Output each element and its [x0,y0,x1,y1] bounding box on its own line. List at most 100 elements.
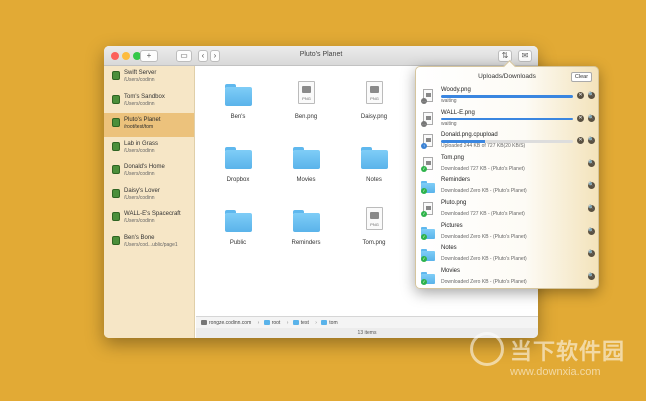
sidebar-item-name: Daisy's Lover [124,187,160,194]
sidebar-item[interactable]: Donald's Home/Users/codinn [104,160,194,184]
clear-button[interactable]: Clear [571,72,592,82]
path-segment-tom[interactable]: tom [329,320,337,326]
transfer-status: Downloaded 727 KB - (Pluto's Planet) [441,211,525,217]
transfer-status: Downloaded 727 KB - (Pluto's Planet) [441,165,525,172]
file-name: Tom.png [362,240,386,246]
transfer-status: Downloaded Zero KB - (Pluto's Planet) [441,188,527,195]
sidebar-item-path: /Users/cod...ublic/page1 [124,241,178,248]
sidebar-item[interactable]: Daisy's Lover/Users/codinn [104,184,194,208]
file-item[interactable]: PNG Tom.png [342,202,406,258]
checkmark-icon: ✓ [421,256,427,263]
envelope-icon: ✉ [521,51,529,60]
folder-icon [293,210,320,232]
file-icon: ↑ [421,134,435,150]
cancel-transfer-button[interactable]: ✕ [577,137,584,145]
folder-item[interactable]: Movies [274,139,338,195]
reveal-in-finder-button[interactable]: 🔍 [588,92,595,99]
folder-icon: ✓ [421,270,435,285]
window-title: Pluto's Planet [299,51,343,58]
sidebar-item-path: /Users/codinn [124,100,155,107]
path-segment-test[interactable]: test [301,320,309,326]
folder-icon [292,320,299,325]
folder-item[interactable]: Reminders [274,202,338,258]
reveal-in-finder-button[interactable]: 🔍 [588,250,595,258]
folder-icon [293,147,320,169]
transfer-name: Movies [441,267,461,274]
path-separator-icon: › [257,320,260,326]
checkmark-icon: ✓ [421,165,427,172]
watermark-logo-icon [470,332,504,366]
file-name: Ben's [230,114,246,120]
folder-item[interactable]: Dropbox [206,139,270,195]
server-icon [112,94,120,104]
server-icon [112,118,120,127]
checkmark-icon: ✓ [421,211,427,217]
sidebar-item-path: /Users/codinn [124,218,155,224]
sidebar-item[interactable]: WALL-E's Spacecraft/Users/codinn [104,207,194,231]
pending-icon: … [421,98,427,104]
reveal-in-finder-button[interactable]: 🔍 [588,227,595,235]
transfer-status: Uploaded 244 KB of 727 KB(20 KB/S) [441,143,526,150]
reveal-in-finder-button[interactable]: 🔍 [588,272,595,280]
sidebar-item-name: Ben's Bone [124,234,155,241]
sidebar-item[interactable]: Swift Server/Users/codinn [104,66,194,90]
folder-item[interactable]: Ben's [206,76,270,132]
sidebar-item-path: /Users/codinn [124,77,155,83]
transfer-status: waiting [441,98,457,104]
message-button[interactable]: ✉ [518,50,532,62]
sidebar-item[interactable]: Pluto's Planet/root/test/tom [104,113,194,137]
file-item[interactable]: PNG Ben.png [274,76,338,132]
folder-item[interactable]: Public [206,202,270,258]
reveal-in-finder-button[interactable]: 🔍 [588,182,595,190]
reveal-in-finder-button[interactable]: 🔍 [588,159,595,167]
progress-bar [441,117,573,121]
transfer-status: Downloaded Zero KB - (Pluto's Planet) [441,233,527,240]
server-icon [112,235,120,245]
file-name: Movies [296,177,316,183]
folder-item[interactable]: Notes [342,139,406,195]
file-icon: … [421,111,435,127]
server-icon [112,188,120,198]
checkmark-icon: ✓ [421,233,427,240]
transfer-row: ✓ Pluto.png 🔍 Downloaded 727 KB - (Pluto's … [421,198,595,220]
png-tag: PNG [370,96,379,101]
png-file-icon: PNG [298,81,315,104]
path-host[interactable]: rongze.codinn.com [209,320,251,326]
path-segment-root[interactable]: root [272,320,281,326]
reveal-in-finder-button[interactable]: 🔍 [588,137,595,145]
sidebar-item[interactable]: Lab in Grass/Users/codinn [104,137,194,161]
folder-icon: ✓ [421,247,435,263]
sidebar-item-name: WALL-E's Spacecraft [124,211,181,217]
cancel-transfer-button[interactable]: ✕ [577,92,584,99]
transfer-name: Pictures [441,222,463,229]
reveal-in-finder-button[interactable]: 🔍 [588,205,595,212]
sidebar-item[interactable]: Ben's Bone/Users/cod...ublic/page1 [104,231,194,255]
folder-icon [321,320,328,325]
cancel-transfer-button[interactable]: ✕ [577,114,584,122]
sidebar-item[interactable]: Tom's Sandbox/Users/codinn [104,90,194,114]
transfer-name: WALL-E.png [441,109,475,116]
transfer-row: ↑ Donald.png.cpupload ✕ 🔍 Uploaded 244 KB of… [421,130,595,152]
file-name: Dropbox [226,177,250,183]
file-name: Ben.png [294,114,318,120]
title-bar: + ▭ ‹ › Pluto's Planet ⇅ ✉ [104,46,538,66]
reveal-in-finder-button[interactable]: 🔍 [588,114,595,122]
sidebar-item-path: /Users/codinn [124,194,155,201]
png-file-icon: PNG [366,207,383,230]
png-tag: PNG [370,222,379,227]
watermark-text: 当下软件园 [510,339,626,364]
folder-icon [225,210,252,232]
transfer-name: Woody.png [441,87,471,93]
file-icon: ✓ [421,156,435,172]
checkmark-icon: ✓ [421,278,427,285]
transfer-row: … Woody.png ✕ 🔍 waiting [421,85,595,107]
folder-icon [225,147,252,169]
folder-icon: ✓ [421,225,435,240]
file-name: Daisy.png [360,114,388,120]
file-item[interactable]: PNG Daisy.png [342,76,406,132]
server-icon [112,165,120,174]
sidebar-item-path: /root/test/tom [124,124,154,130]
progress-fill [441,117,573,121]
sidebar-item-name: Donald's Home [124,164,165,170]
folder-icon [263,320,270,325]
